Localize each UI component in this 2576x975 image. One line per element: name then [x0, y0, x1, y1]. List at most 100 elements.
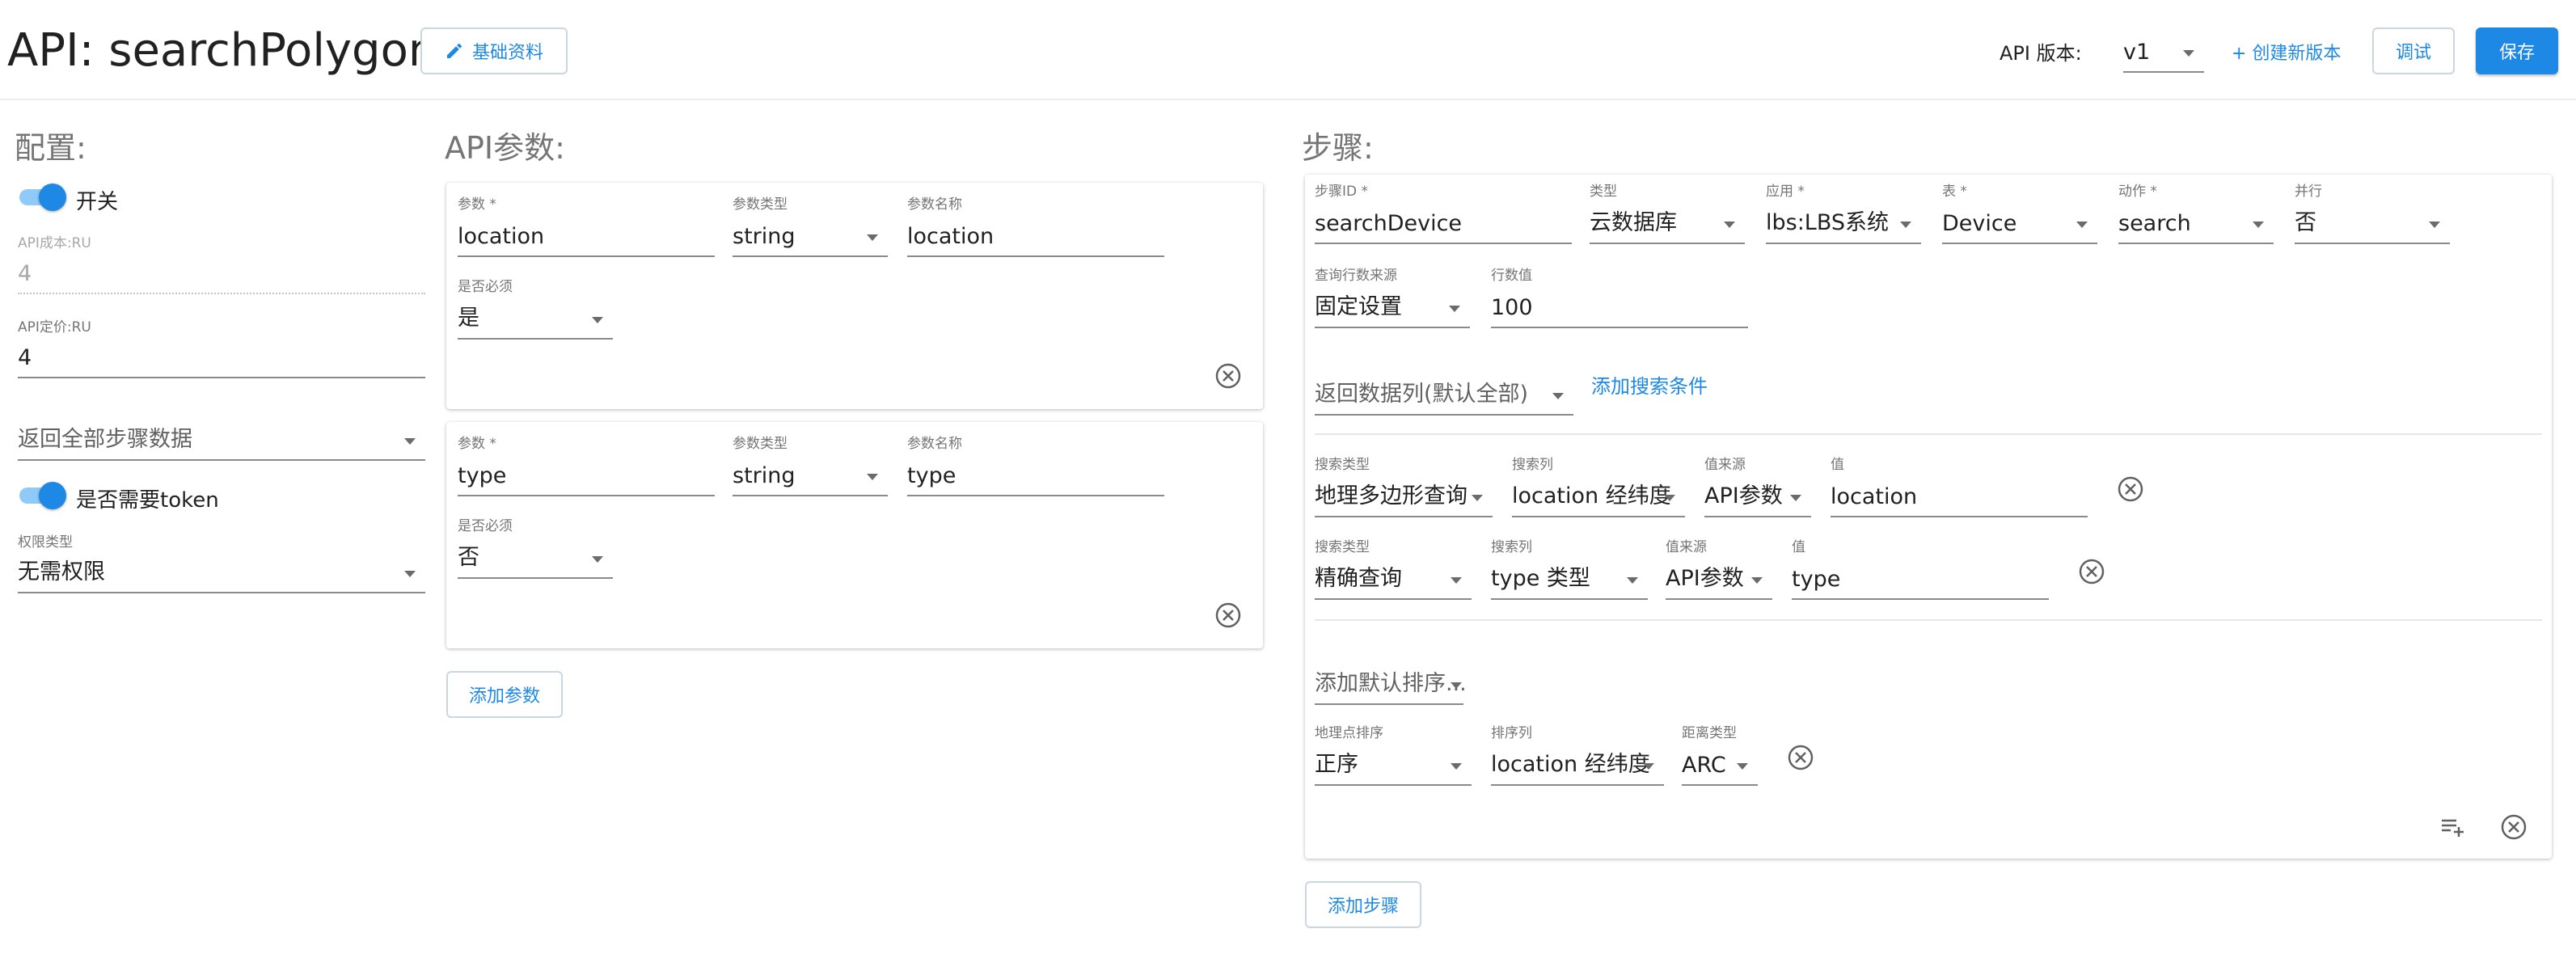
sort-column-label: 排序列 — [1491, 725, 1532, 741]
switch-toggle[interactable] — [18, 184, 66, 211]
remove-step-icon[interactable] — [2500, 813, 2527, 841]
rows-value-field[interactable]: 行数值 100 — [1491, 264, 1748, 328]
sort-order-select[interactable]: 地理点排序 正序 — [1315, 721, 1472, 786]
chevron-down-icon — [1627, 577, 1638, 584]
header-divider — [0, 99, 2576, 100]
step-parallel-value: 否 — [2295, 210, 2316, 235]
return-mode-select[interactable]: 返回全部步骤数据 — [18, 416, 425, 461]
steps-title: 步骤: — [1302, 130, 1374, 166]
chevron-down-icon — [1552, 393, 1564, 399]
param-type-select[interactable]: 参数类型 string — [733, 432, 888, 496]
condition-column-value: type 类型 — [1491, 566, 1590, 591]
add-condition-link[interactable]: 添加搜索条件 — [1591, 370, 1708, 399]
chevron-down-icon — [867, 234, 878, 241]
debug-button[interactable]: 调试 — [2372, 27, 2455, 74]
version-label: API 版本: — [2000, 42, 2082, 65]
remove-sort-icon[interactable] — [1787, 744, 1814, 771]
add-step-button[interactable]: 添加步骤 — [1305, 881, 1421, 928]
step-action-value: search — [2118, 211, 2191, 236]
param-required-select[interactable]: 是否必须 是 — [458, 275, 613, 340]
price-field[interactable]: API定价:RU 4 — [18, 315, 425, 378]
param-display-name-field[interactable]: 参数名称 type — [907, 432, 1164, 496]
condition-kind-select[interactable]: 搜索类型 地理多边形查询 — [1315, 453, 1493, 517]
step-app-value: lbs:LBS系统 — [1766, 210, 1890, 235]
param-required-select[interactable]: 是否必须 否 — [458, 514, 613, 579]
price-label: API定价:RU — [18, 319, 91, 336]
remove-param-icon[interactable] — [1214, 601, 1242, 629]
chevron-down-icon — [1451, 682, 1462, 689]
return-columns-value: 返回数据列(默认全部) — [1315, 382, 1529, 407]
basic-info-label: 基础资料 — [471, 43, 543, 63]
sort-column-select[interactable]: 排序列 location 经纬度 — [1491, 721, 1664, 786]
playlist-add-icon[interactable] — [2439, 813, 2466, 841]
chevron-down-icon — [1900, 222, 1911, 228]
permission-label: 权限类型 — [18, 534, 73, 551]
add-param-button[interactable]: 添加参数 — [446, 671, 563, 718]
condition-value-field[interactable]: 值 type — [1792, 535, 2049, 600]
distance-type-select[interactable]: 距离类型 ARC — [1682, 721, 1758, 786]
rows-source-select[interactable]: 查询行数来源 固定设置 — [1315, 264, 1470, 328]
version-select[interactable]: v1 — [2123, 31, 2204, 73]
param-required-label: 是否必须 — [458, 279, 513, 295]
chevron-down-icon — [867, 474, 878, 480]
condition-column-select[interactable]: 搜索列 type 类型 — [1491, 535, 1648, 600]
step-id-field[interactable]: 步骤ID * searchDevice — [1315, 179, 1572, 244]
chevron-down-icon — [1472, 495, 1483, 501]
param-display-name-field[interactable]: 参数名称 location — [907, 192, 1164, 257]
param-value: type — [458, 463, 507, 488]
param-name-field[interactable]: 参数 * location — [458, 192, 715, 257]
condition-source-label: 值来源 — [1704, 457, 1746, 473]
sort-column-value: location 经纬度 — [1491, 752, 1650, 777]
condition-kind-select[interactable]: 搜索类型 精确查询 — [1315, 535, 1472, 600]
config-title: 配置: — [15, 130, 87, 166]
condition-value: type — [1792, 567, 1841, 592]
return-columns-select[interactable]: 返回数据列(默认全部) — [1315, 370, 1573, 416]
chevron-down-icon — [1724, 222, 1735, 228]
step-action-select[interactable]: 动作 * search — [2118, 179, 2274, 244]
param-name-field[interactable]: 参数 * type — [458, 432, 715, 496]
chevron-down-icon — [1751, 577, 1763, 584]
chevron-down-icon — [1449, 306, 1460, 312]
remove-param-icon[interactable] — [1214, 362, 1242, 390]
step-table-select[interactable]: 表 * Device — [1942, 179, 2097, 244]
divider — [1315, 619, 2542, 621]
condition-source-label: 值来源 — [1666, 539, 1707, 555]
version-value: v1 — [2123, 40, 2151, 65]
condition-value-label: 值 — [1792, 539, 1805, 555]
condition-column-select[interactable]: 搜索列 location 经纬度 — [1512, 453, 1685, 517]
price-value: 4 — [18, 345, 32, 370]
condition-source-select[interactable]: 值来源 API参数 — [1704, 453, 1811, 517]
param-required-value: 是 — [458, 306, 479, 331]
rows-value: 100 — [1491, 295, 1533, 320]
page-title: API: searchPolygon — [7, 24, 437, 77]
basic-info-button[interactable]: 基础资料 — [420, 27, 568, 74]
step-app-label: 应用 * — [1766, 184, 1805, 200]
param-display-name-value: location — [907, 224, 995, 249]
condition-value-label: 值 — [1831, 457, 1844, 473]
step-app-select[interactable]: 应用 * lbs:LBS系统 — [1766, 179, 1921, 244]
permission-select[interactable]: 权限类型 无需权限 — [18, 530, 425, 593]
token-toggle[interactable] — [18, 482, 66, 509]
remove-condition-icon[interactable] — [2078, 558, 2105, 585]
step-kind-select[interactable]: 类型 云数据库 — [1590, 179, 1745, 244]
condition-kind-label: 搜索类型 — [1315, 457, 1370, 473]
param-type-value: string — [733, 224, 796, 249]
token-label: 是否需要token — [76, 488, 219, 513]
add-sort-select[interactable]: 添加默认排序... — [1315, 660, 1467, 705]
remove-condition-icon[interactable] — [2117, 475, 2144, 503]
chevron-down-icon — [2076, 222, 2088, 228]
param-card: 参数 * location 参数类型 string 参数名称 location … — [446, 183, 1263, 409]
step-parallel-select[interactable]: 并行 否 — [2295, 179, 2450, 244]
distance-type-label: 距离类型 — [1682, 725, 1737, 741]
param-required-label: 是否必须 — [458, 518, 513, 534]
condition-value-field[interactable]: 值 location — [1831, 453, 2088, 517]
sort-order-label: 地理点排序 — [1315, 725, 1383, 741]
pencil-icon — [446, 43, 462, 58]
save-button[interactable]: 保存 — [2476, 27, 2558, 74]
create-version-link[interactable]: + 创建新版本 — [2232, 39, 2341, 65]
chevron-down-icon — [1451, 763, 1462, 770]
step-table-value: Device — [1942, 211, 2017, 236]
step-kind-label: 类型 — [1590, 184, 1617, 200]
condition-source-select[interactable]: 值来源 API参数 — [1666, 535, 1772, 600]
param-type-select[interactable]: 参数类型 string — [733, 192, 888, 257]
